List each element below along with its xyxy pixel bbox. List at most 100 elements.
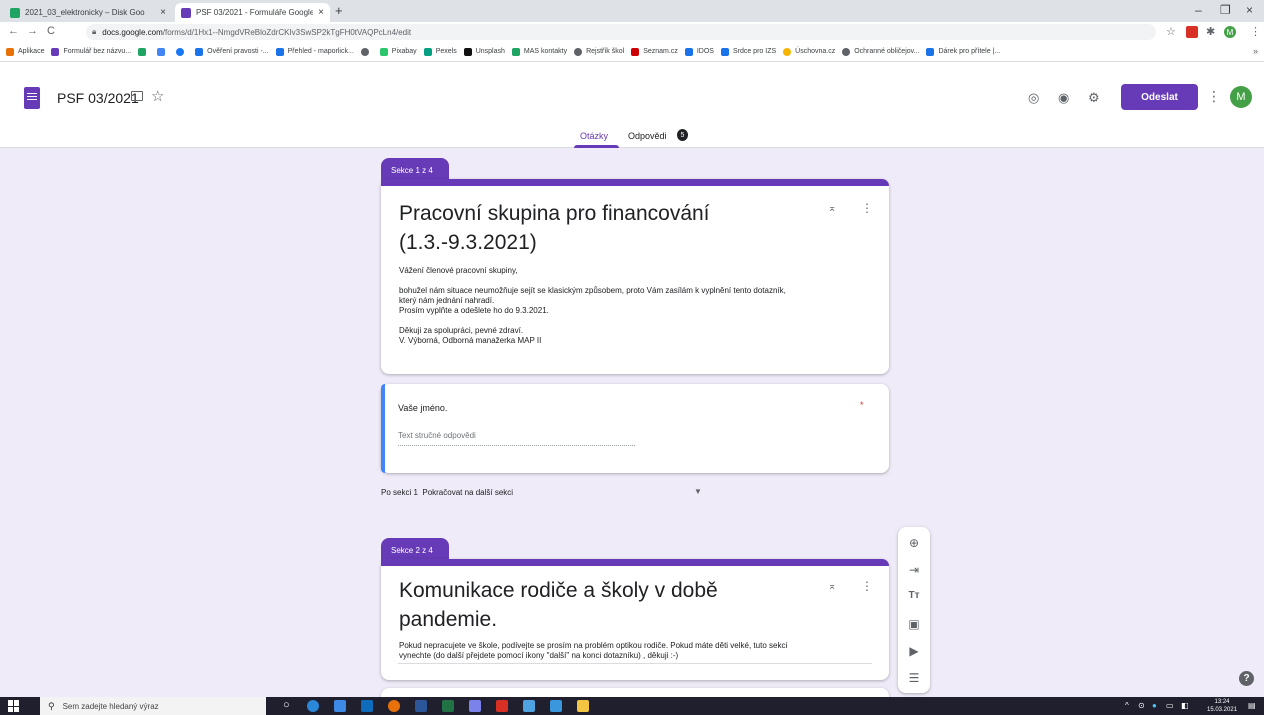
network-icon[interactable]: ▭ [1166,701,1174,710]
bookmark-item[interactable]: MAS kontakty [511,47,567,56]
section-description[interactable]: Vážení členové pracovní skupiny, bohužel… [399,266,786,346]
forms-logo-icon[interactable] [24,87,40,109]
bookmark-item[interactable] [176,47,188,56]
tab-responses[interactable]: Odpovědi [628,131,667,141]
tab-questions[interactable]: Otázky [580,131,608,141]
bookmark-item[interactable]: Rejstřík škol [574,47,624,56]
close-tab-icon[interactable]: × [318,7,324,18]
section-menu-icon[interactable]: ⋮ [861,579,873,593]
bookmark-star-icon[interactable]: ☆ [1166,25,1176,38]
back-button[interactable]: ← [8,25,19,37]
taskbar-search-input[interactable]: ⚲ Sem zadejte hledaný výraz [40,697,266,715]
close-tab-icon[interactable]: × [160,7,166,18]
bookmark-item[interactable]: Seznam.cz [631,47,678,56]
section-title-line-2[interactable]: (1.3.-9.3.2021) [399,228,537,257]
pdf-extension-icon[interactable] [1186,26,1198,38]
bookmark-item[interactable]: Dárek pro přítele |... [926,47,1000,56]
settings-gear-icon[interactable]: ⚙ [1088,90,1100,106]
browser-tab-forms[interactable]: PSF 03/2021 - Formuláře Google × [175,3,330,22]
preview-eye-icon[interactable]: ◉ [1058,90,1069,106]
acrobat-icon[interactable] [496,700,508,712]
star-icon[interactable]: ☆ [151,87,164,105]
question-card[interactable]: Vaše jméno. * Text stručné odpovědi [381,384,889,473]
after-section-navigation[interactable]: Po sekci 1 Pokračovat na další sekci [381,488,513,497]
chrome-icon[interactable] [388,700,400,712]
import-questions-icon[interactable]: ⇥ [898,563,930,577]
bookmark-item[interactable]: Unsplash [463,47,505,56]
more-options-icon[interactable]: ⋮ [1207,88,1221,105]
forward-button[interactable]: → [27,25,38,37]
bookmark-item[interactable]: Ochranné obličejov... [842,47,919,56]
word-icon[interactable] [415,700,427,712]
browser-tab-drive[interactable]: 2021_03_elektronicky – Disk Goo × [4,3,172,22]
file-explorer-icon[interactable] [577,700,589,712]
answer-underline [398,445,635,446]
bookmark-item[interactable]: Aplikace [6,47,44,56]
bookmark-label: Formulář bez názvu... [63,48,132,55]
section-title-line-1[interactable]: Komunikace rodiče a školy v době [399,576,718,605]
bookmark-item[interactable]: Formulář bez názvu... [51,47,132,56]
add-video-icon[interactable]: ▶ [898,644,930,658]
calculator-icon[interactable] [523,700,535,712]
teamviewer-icon[interactable] [307,700,319,712]
task-view-icon[interactable] [334,700,346,712]
bookmark-item[interactable] [157,47,169,56]
bookmark-item[interactable]: IDOS [684,47,714,56]
close-window-button[interactable]: × [1246,3,1253,17]
cortana-circle-icon[interactable]: ○ [283,699,290,711]
paint-icon[interactable] [469,700,481,712]
collapse-section-icon[interactable]: ⌅ [828,581,836,592]
question-title[interactable]: Vaše jméno. [398,403,447,413]
bookmarks-more-icon[interactable]: » [1253,46,1258,56]
clock[interactable]: 13:24 15.03.2021 [1207,698,1237,714]
collapse-section-icon[interactable]: ⌅ [828,203,836,214]
form-title[interactable]: PSF 03/2021 [57,90,139,106]
extensions-puzzle-icon[interactable]: ✱ [1206,25,1215,38]
section-title-line-2[interactable]: pandemie. [399,605,497,634]
dropdown-arrow-icon[interactable]: ▼ [694,487,702,496]
tray-sync-icon[interactable]: ● [1152,701,1157,710]
add-title-icon[interactable]: Tт [898,590,930,601]
section-header-card-1[interactable]: Pracovní skupina pro financování (1.3.-9… [381,179,889,374]
search-icon: ⚲ [48,700,55,711]
after-section-value[interactable]: Pokračovat na další sekci [422,488,513,497]
bookmark-icon [720,47,729,56]
maximize-button[interactable]: ❐ [1220,3,1231,17]
avatar[interactable]: M [1230,86,1252,108]
notifications-icon[interactable]: ▤ [1248,701,1256,710]
section-description[interactable]: Pokud nepracujete ve škole, podívejte se… [399,641,787,661]
send-button[interactable]: Odeslat [1121,84,1198,110]
bookmark-item[interactable] [360,47,373,56]
new-tab-button[interactable]: + [335,3,343,18]
section-menu-icon[interactable]: ⋮ [861,201,873,215]
help-icon[interactable]: ? [1239,671,1254,686]
bookmark-item[interactable]: Pixabay [379,47,417,56]
bookmark-item[interactable] [138,47,150,56]
tray-app-icon[interactable]: ⊙ [1138,701,1145,710]
palette-icon[interactable]: ◎ [1028,90,1039,106]
tray-chevron-icon[interactable]: ^ [1125,701,1129,710]
profile-avatar-icon[interactable]: M [1224,26,1236,38]
volume-icon[interactable]: ◧ [1181,701,1189,710]
bookmark-item[interactable]: Pexels [423,47,457,56]
browser-menu-icon[interactable]: ⋮ [1250,25,1261,38]
folder-icon[interactable] [131,91,143,101]
bookmark-item[interactable]: Ověření pravosti -... [195,47,269,56]
add-image-icon[interactable]: ▣ [898,617,930,631]
bookmark-item[interactable]: Úschovna.cz [783,47,835,56]
add-question-icon[interactable]: ⊕ [898,536,930,550]
outlook-icon[interactable] [361,700,373,712]
add-section-icon[interactable]: ☰ [898,671,930,685]
bookmark-item[interactable]: Srdce pro IZS [720,47,776,56]
excel-icon[interactable] [442,700,454,712]
section-header-card-2[interactable]: Komunikace rodiče a školy v době pandemi… [381,559,889,680]
section-title-line-1[interactable]: Pracovní skupina pro financování [399,199,710,228]
windows-start-icon[interactable] [8,700,20,712]
url-bar[interactable]: 🔒︎ docs.google.com/forms/d/1Hx1--NmgdVRe… [86,24,1156,40]
lock-icon: 🔒︎ [92,27,97,36]
minimize-button[interactable]: – [1195,3,1202,17]
bookmark-item[interactable]: Přehled - maporlick... [275,47,354,56]
description-line: Děkuji za spolupráci, pevné zdraví. [399,326,524,335]
app-icon[interactable] [550,700,562,712]
reload-button[interactable]: C [47,25,55,37]
